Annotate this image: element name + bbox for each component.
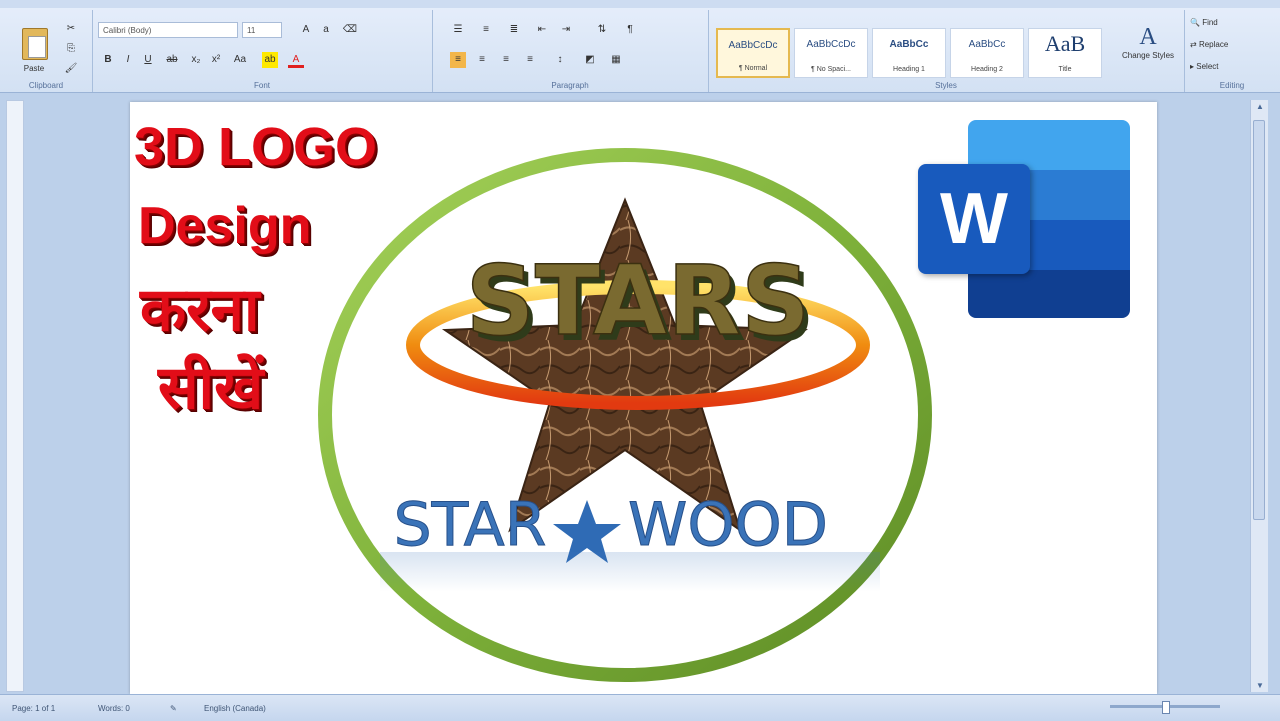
status-bar: Page: 1 of 1 Words: 0 ✎ English (Canada) <box>0 694 1280 721</box>
paragraph-group-label: Paragraph <box>551 81 589 90</box>
status-page[interactable]: Page: 1 of 1 <box>12 704 55 713</box>
ribbon: Paste ✂ ⎘ 🖌 Clipboard Calibri (Body) 11 … <box>0 0 1280 93</box>
style-no-spacing-preview: AaBbCcDc <box>806 39 856 50</box>
decrease-indent-icon[interactable]: ⇤ <box>534 22 550 38</box>
editing-group-label: Editing <box>1219 81 1245 90</box>
find-label: Find <box>1202 18 1218 27</box>
style-normal[interactable]: AaBbCcDc ¶ Normal <box>716 28 790 78</box>
shrink-font-icon[interactable]: a <box>318 22 334 38</box>
styles-group-label: Styles <box>935 81 957 90</box>
editing-group: 🔍 Find ⇄ Replace ▸ Select Editing <box>1184 10 1280 92</box>
multilevel-list-icon[interactable]: ≣ <box>506 22 522 38</box>
style-normal-preview: AaBbCcDc <box>728 40 778 51</box>
style-heading-1-preview: AaBbCc <box>889 39 929 50</box>
clipboard-group: Paste ✂ ⎘ 🖌 Clipboard <box>0 10 93 92</box>
copy-icon[interactable]: ⎘ <box>64 42 78 56</box>
star-wood-logo[interactable]: STARS STARS STAR WOOD <box>300 140 950 690</box>
style-heading-1-name: Heading 1 <box>893 66 925 73</box>
bold-icon[interactable]: B <box>100 52 116 68</box>
format-painter-icon[interactable]: 🖌 <box>64 62 78 76</box>
font-color-icon[interactable]: A <box>288 52 304 68</box>
find-button[interactable]: 🔍 Find <box>1190 18 1218 27</box>
clipboard-group-label: Clipboard <box>28 81 64 90</box>
paragraph-group: ☰ ≡ ≣ ⇤ ⇥ ⇅ ¶ ≡ ≡ ≡ ≡ ↕ ◩ ▦ Paragraph <box>432 10 709 92</box>
paste-label: Paste <box>23 64 45 73</box>
status-words[interactable]: Words: 0 <box>98 704 130 713</box>
replace-label: Replace <box>1198 40 1229 49</box>
borders-icon[interactable]: ▦ <box>608 52 624 68</box>
vertical-scrollbar[interactable]: ▲ ▼ <box>1250 100 1268 692</box>
status-language[interactable]: English (Canada) <box>204 704 266 713</box>
replace-button[interactable]: ⇄ Replace <box>1190 40 1228 49</box>
zoom-slider-knob[interactable] <box>1162 701 1170 714</box>
align-left-icon[interactable]: ≡ <box>450 52 466 68</box>
clear-format-icon[interactable]: ⌫ <box>342 22 358 38</box>
justify-icon[interactable]: ≡ <box>522 52 538 68</box>
subscript-icon[interactable]: x₂ <box>188 52 204 68</box>
wordmark-reflection <box>380 552 880 592</box>
change-styles-label: Change Styles <box>1121 51 1175 60</box>
style-title-preview: AaB <box>1044 31 1086 56</box>
font-size-combo[interactable]: 11 <box>242 22 282 38</box>
style-heading-2-name: Heading 2 <box>971 66 1003 73</box>
styles-group: AaBbCcDc ¶ Normal AaBbCcDc ¶ No Spaci...… <box>708 10 1185 92</box>
headline-design: Design <box>138 197 312 255</box>
underline-icon[interactable]: U <box>140 52 156 68</box>
numbering-icon[interactable]: ≡ <box>478 22 494 38</box>
line-spacing-icon[interactable]: ↕ <box>552 52 568 68</box>
headline-seekhen: सीखें <box>158 354 264 421</box>
wood-word: WOOD <box>628 490 828 560</box>
change-styles-button[interactable]: A Change Styles <box>1118 24 1178 84</box>
word-logo-w-icon: W <box>918 164 1030 274</box>
increase-indent-icon[interactable]: ⇥ <box>558 22 574 38</box>
italic-icon[interactable]: I <box>120 52 136 68</box>
scroll-down-icon[interactable]: ▼ <box>1254 681 1266 690</box>
star-word: STAR <box>394 490 547 560</box>
style-normal-name: ¶ Normal <box>738 65 768 72</box>
scroll-up-icon[interactable]: ▲ <box>1254 102 1266 111</box>
font-name-combo[interactable]: Calibri (Body) <box>98 22 238 38</box>
cut-icon[interactable]: ✂ <box>64 22 78 36</box>
paste-button[interactable]: Paste <box>14 26 54 82</box>
style-no-spacing-name: ¶ No Spaci... <box>811 66 851 73</box>
style-no-spacing[interactable]: AaBbCcDc ¶ No Spaci... <box>794 28 868 78</box>
bullets-icon[interactable]: ☰ <box>450 22 466 38</box>
select-label: Select <box>1196 62 1219 71</box>
select-button[interactable]: ▸ Select <box>1190 62 1218 71</box>
superscript-icon[interactable]: x² <box>208 52 224 68</box>
word-app-logo: W <box>918 120 1130 318</box>
change-case-icon[interactable]: Aa <box>232 52 248 68</box>
stars-text: STARS <box>466 245 811 357</box>
style-title[interactable]: AaB Title <box>1028 28 1102 78</box>
style-heading-2[interactable]: AaBbCc Heading 2 <box>950 28 1024 78</box>
show-formatting-icon[interactable]: ¶ <box>622 22 638 38</box>
grow-font-icon[interactable]: A <box>298 22 314 38</box>
style-title-name: Title <box>1058 66 1072 73</box>
headline-karna: करना <box>140 276 260 343</box>
font-group-label: Font <box>253 81 270 90</box>
shading-icon[interactable]: ◩ <box>582 52 598 68</box>
strikethrough-icon[interactable]: ab <box>164 52 180 68</box>
highlight-icon[interactable]: ab <box>262 52 278 68</box>
align-right-icon[interactable]: ≡ <box>498 52 514 68</box>
paste-sheet-icon <box>28 36 46 58</box>
style-heading-2-preview: AaBbCc <box>968 39 1006 50</box>
vertical-ruler <box>6 100 24 692</box>
ribbon-tab-strip <box>0 0 1280 8</box>
sort-icon[interactable]: ⇅ <box>594 22 610 38</box>
proofing-icon[interactable]: ✎ <box>170 704 177 713</box>
font-group: Calibri (Body) 11 A a ⌫ B I U ab x₂ x² A… <box>92 10 433 92</box>
align-center-icon[interactable]: ≡ <box>474 52 490 68</box>
style-heading-1[interactable]: AaBbCc Heading 1 <box>872 28 946 78</box>
change-styles-icon: A <box>1139 24 1157 50</box>
scrollbar-thumb[interactable] <box>1253 120 1265 520</box>
